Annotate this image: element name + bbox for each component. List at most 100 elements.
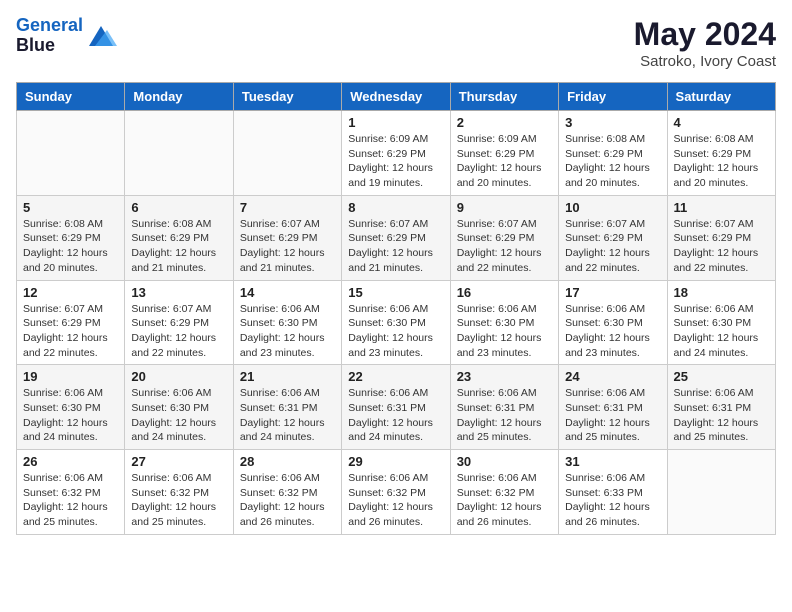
day-number: 17 [565,285,660,300]
day-info: Sunrise: 6:06 AM Sunset: 6:32 PM Dayligh… [131,471,226,530]
calendar-cell: 10 Sunrise: 6:07 AM Sunset: 6:29 PM Dayli… [559,195,667,280]
month-year: May 2024 [634,16,776,53]
weekday-header-friday: Friday [559,83,667,111]
day-info: Sunrise: 6:08 AM Sunset: 6:29 PM Dayligh… [131,217,226,276]
calendar-cell: 12 Sunrise: 6:07 AM Sunset: 6:29 PM Dayli… [17,280,125,365]
location: Satroko, Ivory Coast [634,53,776,70]
day-info: Sunrise: 6:06 AM Sunset: 6:32 PM Dayligh… [23,471,118,530]
weekday-header-sunday: Sunday [17,83,125,111]
calendar-cell: 1Sunrise: 6:09 AM Sunset: 6:29 PM Daylig… [342,111,450,196]
day-number: 7 [240,200,335,215]
weekday-header-saturday: Saturday [667,83,775,111]
weekday-header-thursday: Thursday [450,83,558,111]
calendar-week-3: 12 Sunrise: 6:07 AM Sunset: 6:29 PM Dayli… [17,280,776,365]
calendar-cell: 26 Sunrise: 6:06 AM Sunset: 6:32 PM Dayli… [17,450,125,535]
logo: GeneralBlue [16,16,117,56]
day-info: Sunrise: 6:08 AM Sunset: 6:29 PM Dayligh… [674,132,769,191]
weekday-header-wednesday: Wednesday [342,83,450,111]
day-info: Sunrise: 6:06 AM Sunset: 6:32 PM Dayligh… [348,471,443,530]
day-number: 13 [131,285,226,300]
day-number: 4 [674,115,769,130]
day-number: 27 [131,454,226,469]
calendar-cell: 2 Sunrise: 6:09 AM Sunset: 6:29 PM Daylig… [450,111,558,196]
calendar-table: SundayMondayTuesdayWednesdayThursdayFrid… [16,82,776,535]
day-info: Sunrise: 6:06 AM Sunset: 6:32 PM Dayligh… [457,471,552,530]
day-info: Sunrise: 6:06 AM Sunset: 6:30 PM Dayligh… [457,302,552,361]
day-info: Sunrise: 6:06 AM Sunset: 6:30 PM Dayligh… [348,302,443,361]
day-info: Sunrise: 6:06 AM Sunset: 6:30 PM Dayligh… [131,386,226,445]
calendar-cell: 25 Sunrise: 6:06 AM Sunset: 6:31 PM Dayli… [667,365,775,450]
day-number: 16 [457,285,552,300]
day-number: 3 [565,115,660,130]
calendar-cell: 7Sunrise: 6:07 AM Sunset: 6:29 PM Daylig… [233,195,341,280]
day-number: 8 [348,200,443,215]
calendar-cell: 6 Sunrise: 6:08 AM Sunset: 6:29 PM Daylig… [125,195,233,280]
weekday-header-row: SundayMondayTuesdayWednesdayThursdayFrid… [17,83,776,111]
day-number: 28 [240,454,335,469]
calendar-cell: 24Sunrise: 6:06 AM Sunset: 6:31 PM Dayli… [559,365,667,450]
day-info: Sunrise: 6:06 AM Sunset: 6:30 PM Dayligh… [240,302,335,361]
day-number: 19 [23,369,118,384]
day-number: 10 [565,200,660,215]
day-number: 21 [240,369,335,384]
calendar-cell: 8 Sunrise: 6:07 AM Sunset: 6:29 PM Daylig… [342,195,450,280]
day-info: Sunrise: 6:06 AM Sunset: 6:33 PM Dayligh… [565,471,660,530]
calendar-cell: 18 Sunrise: 6:06 AM Sunset: 6:30 PM Dayli… [667,280,775,365]
day-info: Sunrise: 6:06 AM Sunset: 6:31 PM Dayligh… [674,386,769,445]
calendar-cell: 30 Sunrise: 6:06 AM Sunset: 6:32 PM Dayli… [450,450,558,535]
page-header: GeneralBlue May 2024 Satroko, Ivory Coas… [16,16,776,70]
calendar-cell: 31 Sunrise: 6:06 AM Sunset: 6:33 PM Dayli… [559,450,667,535]
day-info: Sunrise: 6:06 AM Sunset: 6:31 PM Dayligh… [240,386,335,445]
calendar-week-4: 19 Sunrise: 6:06 AM Sunset: 6:30 PM Dayli… [17,365,776,450]
calendar-cell: 22Sunrise: 6:06 AM Sunset: 6:31 PM Dayli… [342,365,450,450]
day-info: Sunrise: 6:06 AM Sunset: 6:31 PM Dayligh… [565,386,660,445]
day-info: Sunrise: 6:06 AM Sunset: 6:30 PM Dayligh… [565,302,660,361]
weekday-header-monday: Monday [125,83,233,111]
day-info: Sunrise: 6:07 AM Sunset: 6:29 PM Dayligh… [457,217,552,276]
calendar-cell: 14 Sunrise: 6:06 AM Sunset: 6:30 PM Dayli… [233,280,341,365]
day-number: 29 [348,454,443,469]
day-number: 9 [457,200,552,215]
logo-text: GeneralBlue [16,16,83,56]
day-number: 30 [457,454,552,469]
logo-icon [85,22,117,50]
calendar-cell: 9 Sunrise: 6:07 AM Sunset: 6:29 PM Daylig… [450,195,558,280]
calendar-cell [233,111,341,196]
day-info: Sunrise: 6:06 AM Sunset: 6:30 PM Dayligh… [23,386,118,445]
calendar-cell: 28 Sunrise: 6:06 AM Sunset: 6:32 PM Dayli… [233,450,341,535]
calendar-cell [17,111,125,196]
calendar-cell: 29 Sunrise: 6:06 AM Sunset: 6:32 PM Dayli… [342,450,450,535]
calendar-week-5: 26 Sunrise: 6:06 AM Sunset: 6:32 PM Dayli… [17,450,776,535]
day-number: 23 [457,369,552,384]
day-info: Sunrise: 6:09 AM Sunset: 6:29 PM Dayligh… [457,132,552,191]
day-number: 6 [131,200,226,215]
calendar-cell: 13 Sunrise: 6:07 AM Sunset: 6:29 PM Dayli… [125,280,233,365]
day-number: 18 [674,285,769,300]
day-number: 14 [240,285,335,300]
weekday-header-tuesday: Tuesday [233,83,341,111]
calendar-cell: 16 Sunrise: 6:06 AM Sunset: 6:30 PM Dayli… [450,280,558,365]
day-number: 31 [565,454,660,469]
calendar-cell: 20 Sunrise: 6:06 AM Sunset: 6:30 PM Dayli… [125,365,233,450]
calendar-cell: 27 Sunrise: 6:06 AM Sunset: 6:32 PM Dayli… [125,450,233,535]
calendar-cell: 4 Sunrise: 6:08 AM Sunset: 6:29 PM Daylig… [667,111,775,196]
day-number: 2 [457,115,552,130]
day-number: 15 [348,285,443,300]
day-number: 5 [23,200,118,215]
day-number: 26 [23,454,118,469]
day-number: 20 [131,369,226,384]
calendar-cell [667,450,775,535]
day-info: Sunrise: 6:07 AM Sunset: 6:29 PM Dayligh… [23,302,118,361]
day-info: Sunrise: 6:06 AM Sunset: 6:31 PM Dayligh… [348,386,443,445]
calendar-cell: 19 Sunrise: 6:06 AM Sunset: 6:30 PM Dayli… [17,365,125,450]
calendar-cell: 5 Sunrise: 6:08 AM Sunset: 6:29 PM Daylig… [17,195,125,280]
day-info: Sunrise: 6:07 AM Sunset: 6:29 PM Dayligh… [565,217,660,276]
day-number: 12 [23,285,118,300]
day-info: Sunrise: 6:08 AM Sunset: 6:29 PM Dayligh… [23,217,118,276]
day-info: Sunrise: 6:07 AM Sunset: 6:29 PM Dayligh… [348,217,443,276]
calendar-week-2: 5 Sunrise: 6:08 AM Sunset: 6:29 PM Daylig… [17,195,776,280]
day-number: 25 [674,369,769,384]
day-info: Sunrise: 6:06 AM Sunset: 6:32 PM Dayligh… [240,471,335,530]
day-info: Sunrise: 6:07 AM Sunset: 6:29 PM Dayligh… [131,302,226,361]
day-info: Sunrise: 6:06 AM Sunset: 6:30 PM Dayligh… [674,302,769,361]
